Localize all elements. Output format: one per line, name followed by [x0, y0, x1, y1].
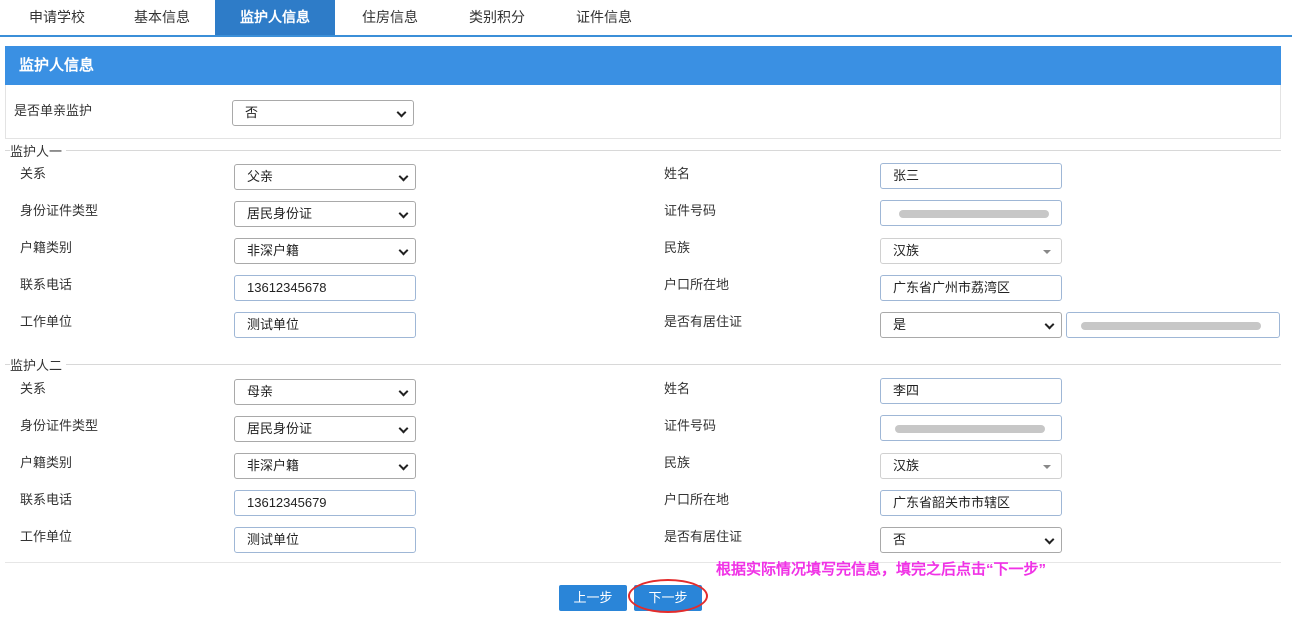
- panel-title: 监护人信息: [5, 46, 1281, 85]
- guardian2-employer-input[interactable]: 测试单位: [234, 527, 416, 553]
- guardian2-relation-select[interactable]: 母亲: [234, 379, 416, 405]
- guardian1-hukou-place-label: 户口所在地: [664, 277, 730, 292]
- single-parent-row: [5, 85, 1281, 139]
- guardian1-id-type-label: 身份证件类型: [20, 203, 99, 218]
- tab-bar: 申请学校 基本信息 监护人信息 住房信息 类别积分 证件信息: [0, 0, 1292, 37]
- redacted-id-blur: [899, 210, 1049, 218]
- guardian1-phone-input[interactable]: 13612345678: [234, 275, 416, 301]
- guardian2-residence-permit-select[interactable]: 否: [880, 527, 1062, 553]
- guardian1-hukou-type-select[interactable]: 非深户籍: [234, 238, 416, 264]
- single-parent-label: 是否单亲监护: [14, 103, 93, 118]
- guardian2-title: 监护人二: [10, 355, 67, 374]
- form-bottom-divider: [5, 562, 1281, 563]
- guardian2-divider: [5, 364, 1281, 365]
- guardian2-ethnicity-label: 民族: [664, 455, 691, 470]
- guardian2-hukou-type-label: 户籍类别: [20, 455, 73, 470]
- guardian1-id-no-input[interactable]: [880, 200, 1062, 226]
- guardian2-id-type-select[interactable]: 居民身份证: [234, 416, 416, 442]
- guardian2-id-type-label: 身份证件类型: [20, 418, 99, 433]
- guardian1-id-no-label: 证件号码: [664, 203, 717, 218]
- redacted-permit-blur: [1081, 322, 1261, 330]
- guardian1-employer-label: 工作单位: [20, 314, 73, 329]
- guardian2-phone-input[interactable]: 13612345679: [234, 490, 416, 516]
- single-parent-select[interactable]: 否: [232, 100, 414, 126]
- guardian2-hukou-place-input[interactable]: 广东省韶关市市辖区: [880, 490, 1062, 516]
- guardian1-hukou-type-label: 户籍类别: [20, 240, 73, 255]
- guardian1-hukou-place-input[interactable]: 广东省广州市荔湾区: [880, 275, 1062, 301]
- guardian1-ethnicity-select[interactable]: 汉族: [880, 238, 1062, 264]
- guardian2-ethnicity-select[interactable]: 汉族: [880, 453, 1062, 479]
- guardian2-residence-permit-label: 是否有居住证: [664, 529, 743, 544]
- tab-apply-school[interactable]: 申请学校: [5, 0, 109, 35]
- guardian1-name-label: 姓名: [664, 166, 691, 181]
- guardian1-phone-label: 联系电话: [20, 277, 73, 292]
- guardian2-hukou-place-label: 户口所在地: [664, 492, 730, 507]
- guardian1-residence-permit-label: 是否有居住证: [664, 314, 743, 329]
- guardian1-id-type-select[interactable]: 居民身份证: [234, 201, 416, 227]
- tab-guardian-info[interactable]: 监护人信息: [215, 0, 335, 35]
- redacted-id-blur: [895, 425, 1045, 433]
- guardian1-employer-input[interactable]: 测试单位: [234, 312, 416, 338]
- guardian2-id-no-input[interactable]: [880, 415, 1062, 441]
- tab-basic-info[interactable]: 基本信息: [112, 0, 212, 35]
- guardian1-relation-label: 关系: [20, 166, 47, 181]
- guardian1-name-input[interactable]: 张三: [880, 163, 1062, 189]
- guardian2-phone-label: 联系电话: [20, 492, 73, 507]
- prev-step-button[interactable]: 上一步: [559, 585, 627, 611]
- tab-category-points[interactable]: 类别积分: [445, 0, 549, 35]
- guardian2-employer-label: 工作单位: [20, 529, 73, 544]
- guardian1-relation-select[interactable]: 父亲: [234, 164, 416, 190]
- guardian2-name-label: 姓名: [664, 381, 691, 396]
- guardian2-relation-label: 关系: [20, 381, 47, 396]
- guardian1-divider: [5, 150, 1281, 151]
- guardian1-residence-permit-select[interactable]: 是: [880, 312, 1062, 338]
- instruction-hint: 根据实际情况填写完信息，填完之后点击“下一步”: [716, 561, 1047, 578]
- guardian2-id-no-label: 证件号码: [664, 418, 717, 433]
- guardian1-permit-number-input[interactable]: [1066, 312, 1280, 338]
- guardian1-ethnicity-label: 民族: [664, 240, 691, 255]
- tab-housing-info[interactable]: 住房信息: [338, 0, 442, 35]
- guardian2-name-input[interactable]: 李四: [880, 378, 1062, 404]
- next-button-highlight-circle: [628, 579, 708, 613]
- tab-document-info[interactable]: 证件信息: [552, 0, 656, 35]
- guardian1-title: 监护人一: [10, 141, 67, 160]
- guardian2-hukou-type-select[interactable]: 非深户籍: [234, 453, 416, 479]
